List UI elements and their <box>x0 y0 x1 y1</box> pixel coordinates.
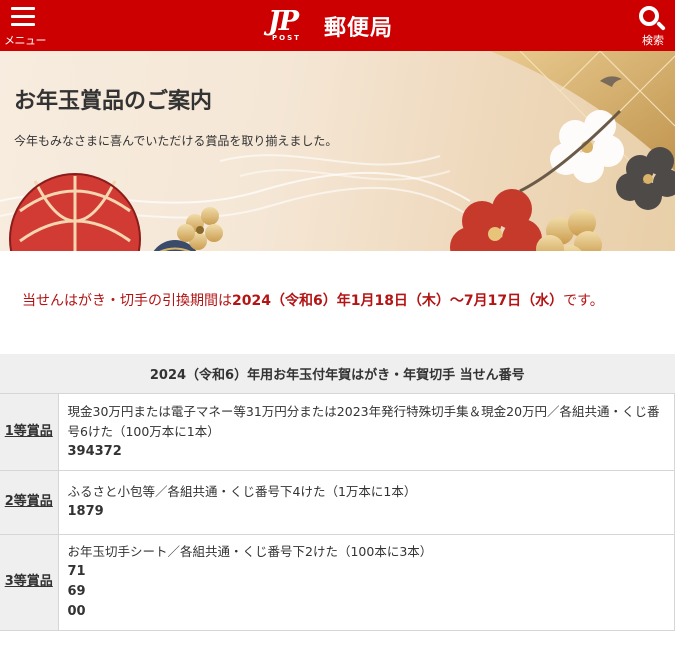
site-header: メニュー JP POST 郵便局 検索 <box>0 0 675 51</box>
menu-label: メニュー <box>4 34 47 47</box>
winning-number: 1879 <box>67 504 104 519</box>
prize-detail: 現金30万円または電子マネー等31万円分または2023年発行特殊切手集＆現金20… <box>58 393 675 471</box>
winning-number: 00 <box>67 604 86 619</box>
logo-text: 郵便局 <box>324 16 394 41</box>
prize-description: 現金30万円または電子マネー等31万円分または2023年発行特殊切手集＆現金20… <box>67 403 660 439</box>
table-row: 3等賞品 お年玉切手シート／各組共通・くじ番号下2けた（100本に3本） 71 … <box>0 534 675 631</box>
table-row: 1等賞品 現金30万円または電子マネー等31万円分または2023年発行特殊切手集… <box>0 393 675 471</box>
prize-detail: ふるさと小包等／各組共通・くじ番号下4けた（1万本に1本） 1879 <box>58 470 675 535</box>
prize-3-link[interactable]: 3等賞品 <box>5 574 53 589</box>
prize-rank-label: 2等賞品 <box>0 470 59 535</box>
prize-rank-label: 1等賞品 <box>0 393 59 471</box>
menu-button[interactable]: メニュー <box>0 0 52 51</box>
prize-rank-label: 3等賞品 <box>0 534 59 631</box>
winning-numbers-table: 2024（令和6）年用お年玉付年賀はがき・年賀切手 当せん番号 1等賞品 現金3… <box>0 354 675 631</box>
search-label: 検索 <box>642 34 664 47</box>
table-row: 2等賞品 ふるさと小包等／各組共通・くじ番号下4けた（1万本に1本） 1879 <box>0 470 675 535</box>
hero-banner: お年玉賞品のご案内 今年もみなさまに喜んでいただける賞品を取り揃えました。 <box>0 51 675 251</box>
logo-post-text: POST <box>272 34 301 42</box>
japan-post-logo[interactable]: JP POST 郵便局 <box>268 8 393 44</box>
winning-number: 69 <box>67 584 86 599</box>
prize-2-link[interactable]: 2等賞品 <box>5 494 53 509</box>
notice-suffix: です。 <box>563 293 604 309</box>
exchange-period: 2024（令和6）年1月18日（木）～7月17日（水） <box>232 293 564 309</box>
prize-detail: お年玉切手シート／各組共通・くじ番号下2けた（100本に3本） 71 69 00 <box>58 534 675 631</box>
winning-number: 394372 <box>67 443 122 459</box>
prize-description: ふるさと小包等／各組共通・くじ番号下4けた（1万本に1本） <box>67 484 417 499</box>
table-caption: 2024（令和6）年用お年玉付年賀はがき・年賀切手 当せん番号 <box>0 354 675 394</box>
winning-number: 71 <box>67 564 86 579</box>
logo-jp-text: JP <box>268 6 299 37</box>
exchange-period-notice: 当せんはがき・切手の引換期間は2024（令和6）年1月18日（木）～7月17日（… <box>22 290 604 310</box>
notice-prefix: 当せんはがき・切手の引換期間は <box>22 293 232 309</box>
hamburger-icon <box>11 7 35 27</box>
jp-post-logo-mark: JP POST <box>268 8 318 44</box>
new-year-decoration-illustration <box>0 51 675 251</box>
page-subtitle: 今年もみなさまに喜んでいただける賞品を取り揃えました。 <box>14 134 338 148</box>
page-title: お年玉賞品のご案内 <box>14 89 213 114</box>
prize-description: お年玉切手シート／各組共通・くじ番号下2けた（100本に3本） <box>67 544 433 559</box>
search-button[interactable]: 検索 <box>635 0 675 51</box>
prize-1-link[interactable]: 1等賞品 <box>5 424 53 439</box>
